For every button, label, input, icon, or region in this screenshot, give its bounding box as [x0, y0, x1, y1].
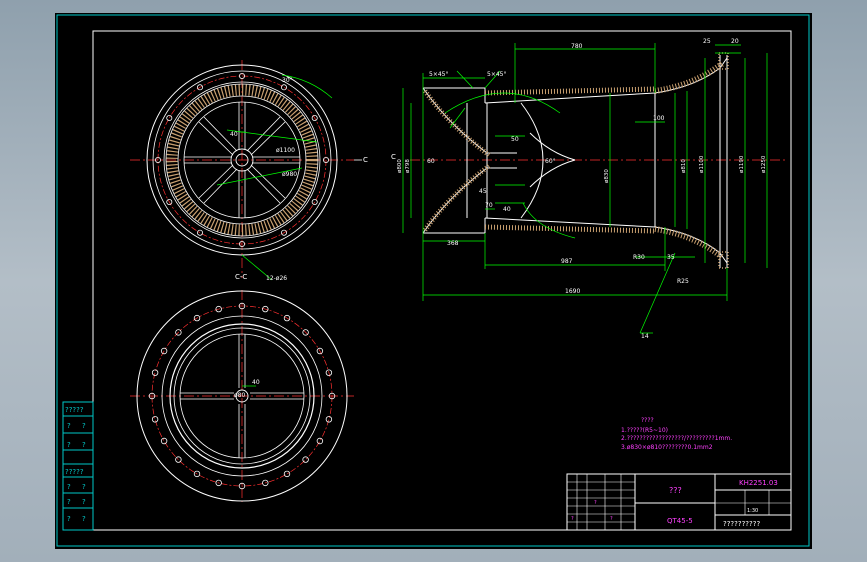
sec-dim-left: 368	[447, 240, 459, 247]
sec-r-label: R30	[633, 254, 645, 261]
sec-dim-50: 50	[511, 136, 519, 143]
sec-dim-40: 40	[503, 206, 511, 213]
sec-d-mid2: ø810	[681, 159, 687, 173]
side-label-7: ?	[82, 483, 86, 491]
sec-angle: 60°	[545, 158, 556, 165]
notes-title: ????	[641, 417, 654, 424]
notes-line-2: 2.??????????????????/?????????1mm.	[621, 435, 732, 442]
section-dims	[402, 43, 768, 334]
top-angle-label: 30°	[282, 77, 293, 84]
sec-d-left: ø800	[397, 159, 403, 173]
sec-dim-100: 100	[653, 115, 665, 122]
side-label-9: ?	[82, 498, 86, 506]
side-label-4: ?	[82, 441, 86, 449]
sec-dim-60: 60	[427, 158, 435, 165]
part-name: ???	[669, 486, 682, 495]
side-label-3: ?	[67, 441, 71, 449]
bottom-section-label: C-C	[235, 273, 247, 281]
notes-line-3: 3.ø830×ø810????????0.1mm2	[621, 444, 713, 451]
top-rib-width: 40	[230, 131, 238, 138]
technical-notes: ???? 1.?????(R5~10) 2.??????????????????…	[621, 417, 732, 451]
tb-cell-1: ?	[610, 516, 613, 522]
sec-dim-20: 20	[731, 38, 739, 45]
tb-cell-0: ?	[594, 500, 597, 506]
side-label-11: ?	[82, 515, 86, 523]
sec-r-small: R25	[677, 278, 689, 285]
drawing-sheet: ????? ? ? ? ? ????? ? ? ? ? ? ? 30° ø110…	[55, 13, 812, 549]
sec-dim-70: 70	[485, 202, 493, 209]
section-view: 5×45° 5×45° 780 1690 368 987 60° 100 50 …	[391, 38, 785, 340]
notes-line-1: 1.?????(R5~10)	[621, 427, 668, 434]
side-label-10: ?	[67, 515, 71, 523]
sec-dim-14: 14	[641, 333, 649, 340]
top-view: 30° ø1100 ø980 12-ø26 40 C	[130, 60, 368, 282]
sec-section-mark: C	[391, 153, 396, 161]
sec-chamfer1: 5×45°	[429, 71, 448, 78]
side-label-0: ?????	[65, 406, 84, 414]
cad-drawing: ????? ? ? ? ? ????? ? ? ? ? ? ? 30° ø110…	[56, 14, 810, 547]
sec-d-mid1: ø830	[604, 169, 610, 183]
material: QT45-5	[667, 517, 693, 525]
sec-chamfer2: 5×45°	[487, 71, 506, 78]
drawing-number: KH2251.03	[739, 479, 778, 487]
company: ??????????	[723, 520, 760, 528]
sec-dim-45: 45	[479, 188, 487, 195]
sec-dim-35: 35	[667, 254, 675, 261]
side-label-5: ?????	[65, 468, 84, 476]
sec-d-right3: ø1250	[761, 155, 767, 173]
top-inner-dia: ø1100	[276, 147, 295, 154]
side-label-6: ?	[67, 483, 71, 491]
sec-d-left2: ø798	[405, 159, 411, 173]
side-label-8: ?	[67, 498, 71, 506]
bottom-hub-dia: ø80	[234, 392, 245, 399]
sec-d-right1: ø1100	[699, 155, 705, 173]
bottom-rib-width: 40	[252, 379, 260, 386]
side-label-column: ????? ? ? ? ? ????? ? ? ? ? ? ?	[62, 401, 94, 531]
sec-dim-top: 780	[571, 43, 583, 50]
side-label-2: ?	[82, 422, 86, 430]
top-hole-spec: 12-ø26	[266, 275, 287, 282]
tb-cell-2: ?	[571, 516, 574, 522]
scale: 1:30	[747, 508, 758, 514]
top-section-mark: C	[363, 156, 368, 164]
outer-frame	[56, 14, 810, 547]
title-block: KH2251.03 ??? QT45-5 ?????????? 1:30 ? ?…	[566, 473, 792, 531]
sec-dim-overall: 1690	[565, 288, 580, 295]
bottom-view: C-C 40 ø80	[130, 273, 354, 502]
top-bolt-circle: ø980	[282, 171, 297, 178]
sec-dim-mid: 987	[561, 258, 573, 265]
sec-dim-25: 25	[703, 38, 711, 45]
sec-d-right2: ø1190	[739, 155, 745, 173]
side-label-1: ?	[67, 422, 71, 430]
